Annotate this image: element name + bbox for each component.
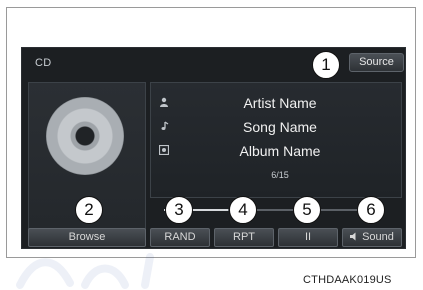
sound-button[interactable]: Sound xyxy=(342,228,402,247)
callout-1: 1 xyxy=(312,51,340,79)
artist-name: Artist Name xyxy=(243,95,317,111)
music-note-icon xyxy=(159,121,169,131)
repeat-button[interactable]: RPT xyxy=(214,228,274,247)
figure-code: CTHDAAK019US xyxy=(303,274,392,286)
progress-bar[interactable] xyxy=(164,209,364,211)
pause-button[interactable]: II xyxy=(278,228,338,247)
callout-4: 4 xyxy=(229,196,257,224)
artist-icon xyxy=(159,97,169,107)
callout-5: 5 xyxy=(293,196,321,224)
album-name: Album Name xyxy=(239,143,321,159)
callout-3: 3 xyxy=(165,196,193,224)
source-button[interactable]: Source xyxy=(349,53,404,72)
album-icon xyxy=(158,144,170,156)
sound-label: Sound xyxy=(362,231,394,243)
song-name: Song Name xyxy=(243,119,317,135)
callout-6: 6 xyxy=(357,196,385,224)
speaker-icon xyxy=(350,230,359,241)
callout-2: 2 xyxy=(75,196,103,224)
track-count: 6/15 xyxy=(271,170,289,180)
watermark-graphic xyxy=(16,253,154,289)
audio-source-label: CD xyxy=(35,57,52,69)
cd-disc-icon xyxy=(46,97,124,175)
